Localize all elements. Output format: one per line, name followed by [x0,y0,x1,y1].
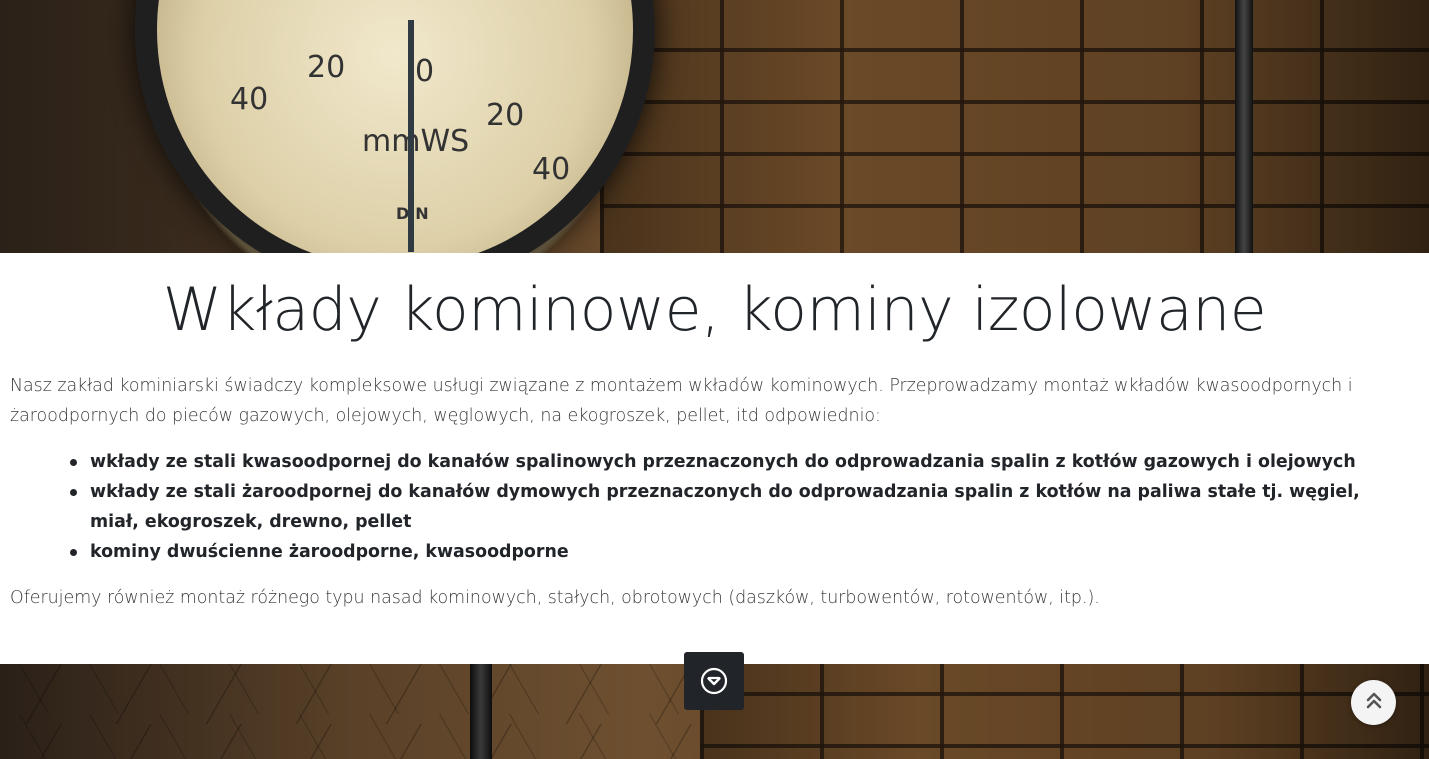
gauge-reading-left-40: 40 [230,82,269,117]
pipe-decoration [1235,0,1253,253]
brick-wall-texture [600,0,1429,253]
hero-image-top: 40 20 0 20 40 mmWS DIN [0,0,1429,253]
feature-list: wkłady ze stali kwasoodpornej do kanałów… [70,447,1380,567]
list-item: wkłady ze stali kwasoodpornej do kanałów… [70,447,1380,477]
gauge-unit-label: mmWS [362,124,470,159]
gauge-reading-zero: 0 [415,54,435,89]
gauge-needle [408,20,414,252]
pipe-decoration [470,664,492,759]
gauge-reading-left-20: 20 [307,50,346,85]
cracked-plaster-texture [0,664,700,759]
main-content: Wkłady kominowe, kominy izolowane Nasz z… [0,253,1429,664]
back-to-top-button[interactable] [1351,680,1396,725]
double-chevron-up-icon [1364,690,1384,716]
list-item: kominy dwuścienne żaroodporne, kwasoodpo… [70,537,1380,567]
offer-paragraph: Oferujemy również montaż różnego typu na… [10,588,1100,608]
brick-wall-texture [700,664,1429,759]
scroll-down-button[interactable] [684,652,744,710]
gauge-reading-right-20: 20 [486,98,525,133]
page-title: Wkłady kominowe, kominy izolowane [162,275,1267,345]
gauge-reading-right-40: 40 [532,152,571,187]
chevron-down-circle-icon [699,666,729,696]
list-item: wkłady ze stali żaroodpornej do kanałów … [70,477,1380,537]
intro-paragraph: Nasz zakład kominiarski świadczy komplek… [10,376,1353,426]
